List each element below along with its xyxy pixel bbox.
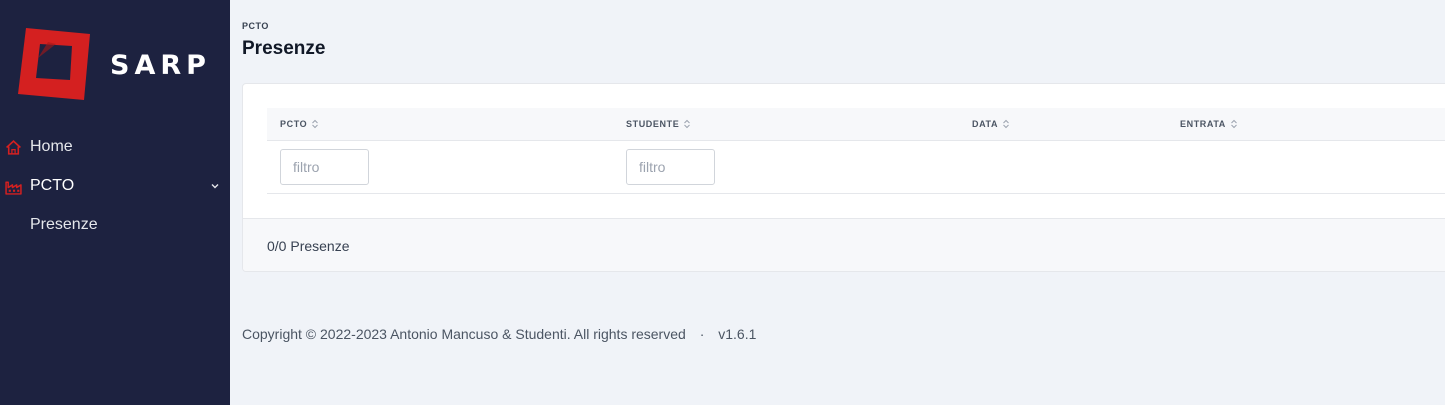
column-header-studente[interactable]: STUDENTE <box>626 119 691 129</box>
column-header-data[interactable]: DATA <box>972 119 1010 129</box>
sort-icon <box>1003 119 1009 129</box>
logo-mark-icon <box>18 28 90 100</box>
presenze-table-card: PCTO STUDENTE DATA ENTRATA filtro filtro… <box>242 83 1445 272</box>
table-footer: 0/0 Presenze <box>243 218 1445 271</box>
logo-text: SARP <box>110 50 211 81</box>
version-text: v1.6.1 <box>718 326 757 342</box>
column-header-entrata[interactable]: ENTRATA <box>1180 119 1238 129</box>
sidebar-item-presenze[interactable]: Presenze <box>0 211 230 239</box>
home-icon <box>6 140 21 155</box>
filter-row <box>267 141 1445 194</box>
sort-icon <box>312 119 319 129</box>
column-header-pcto[interactable]: PCTO <box>280 119 319 129</box>
sidebar-item-home[interactable]: Home <box>0 133 230 161</box>
column-header-label: DATA <box>972 119 999 129</box>
page-title: Presenze <box>242 38 326 59</box>
footer-separator: · <box>699 326 705 342</box>
table-header: PCTO STUDENTE DATA ENTRATA <box>267 108 1445 141</box>
factory-icon <box>5 181 22 195</box>
record-count: 0/0 Presenze <box>267 238 350 254</box>
column-header-label: PCTO <box>280 119 308 129</box>
sidebar: SARP Home PCTO Presenze <box>0 0 230 405</box>
sort-icon <box>684 119 691 129</box>
sidebar-item-label: Home <box>30 138 73 155</box>
copyright-text: Copyright © 2022-2023 Antonio Mancuso & … <box>242 326 686 342</box>
pcto-filter-input[interactable] <box>280 149 369 185</box>
breadcrumb: PCTO <box>242 21 269 31</box>
studente-filter-input[interactable] <box>626 149 715 185</box>
main-content: PCTO Presenze PCTO STUDENTE DATA ENTRATA… <box>230 0 1445 405</box>
column-header-label: STUDENTE <box>626 119 680 129</box>
sidebar-item-pcto[interactable]: PCTO <box>0 172 230 200</box>
sidebar-item-label: Presenze <box>30 216 98 233</box>
sidebar-item-label: PCTO <box>30 177 75 194</box>
app-logo[interactable]: SARP <box>18 28 206 103</box>
page-footer: Copyright © 2022-2023 Antonio Mancuso & … <box>242 326 756 342</box>
sort-icon <box>1231 119 1237 129</box>
chevron-down-icon <box>211 184 219 189</box>
column-header-label: ENTRATA <box>1180 119 1226 129</box>
